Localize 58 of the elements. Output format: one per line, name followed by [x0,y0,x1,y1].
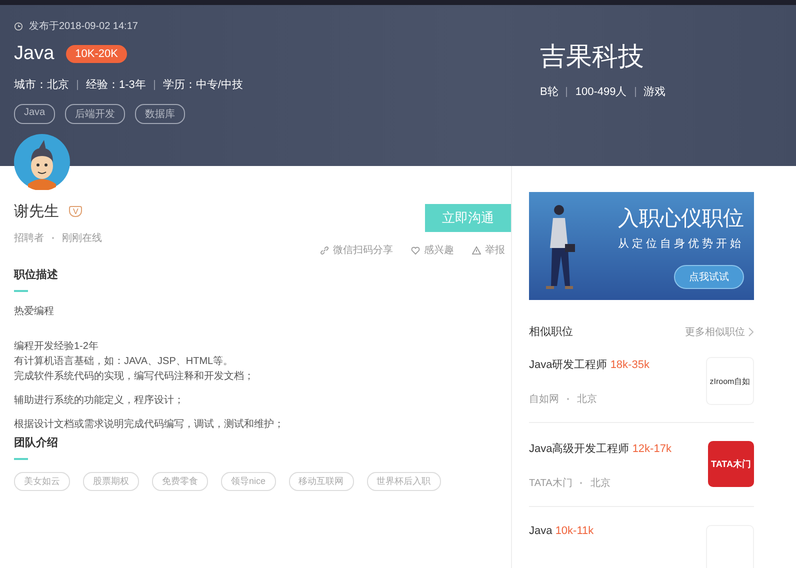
description-line: 根据设计文档或需求说明完成代码编写，调试，测试和维护； [14,418,285,432]
heart-icon [411,246,420,254]
job-city: 北京 [590,478,610,489]
job-company: TATA木门 [529,478,572,489]
job-requirement: 经验：1-3年 [86,78,146,92]
similar-job-item[interactable]: Java高级开发工程师 12k-17k TATA木门 北京 TATA木门 [529,423,754,507]
salary-badge: 10K-20K [66,45,127,63]
job-requirement: 学历：中专/中技 [162,78,243,92]
action-link[interactable]: 微信扫码分享 [320,243,393,257]
description-line: 辅助进行系统的功能定义，程序设计； [14,394,185,408]
similar-job-title: Java研发工程师 18k-35k [529,358,650,372]
publish-date: 发布于2018-09-02 14:17 [29,20,138,33]
job-company: 自如网 [529,394,559,405]
verified-badge: V [69,206,82,217]
description-line: 有计算机语言基础，如：JAVA、JSP、HTML等。 [14,354,234,369]
section-title: 团队介绍 [14,436,59,450]
similar-job-title: Java 10k-11k [529,525,594,537]
recruiter-role: 招聘者 [14,232,44,245]
chevron-icon [748,326,754,336]
similar-job-item[interactable]: Java 10k-11k [529,507,754,568]
description-line: 编程开发经验1-2年 [14,340,100,354]
online-status: 刚刚在线 [62,232,102,245]
description-line: 完成软件系统代码的实现，编写代码注释和开发文档； [14,370,255,384]
job-requirement: 城市：北京 [14,78,69,92]
promo-banner[interactable]: 入职心仪职位 从定位自身优势开始 点我试试 [529,192,754,300]
company-name: 吉果科技 [540,40,645,73]
banner-title: 入职心仪职位 [618,206,744,232]
similar-job-item[interactable]: Java研发工程师 18k-35k 自如网 北京 zIroom自如 [529,339,754,423]
link-icon [320,246,329,254]
company-fact: B轮 [540,85,558,99]
section-title: 职位描述 [14,268,59,282]
similar-job-title: Java高级开发工程师 12k-17k [529,442,672,456]
try-button[interactable]: 点我试试 [674,265,744,289]
team-tag: 免费零食 [152,472,208,491]
action-link[interactable]: 举报 [472,243,505,257]
clock-icon [14,22,23,30]
company-fact: 100-499人 [575,85,627,99]
description-line: 热爱编程 [14,304,55,319]
company-logo: TATA木门 [708,441,754,487]
team-tag: 美女如云 [14,472,70,491]
avatar-icon [14,134,70,190]
job-city: 北京 [577,394,597,405]
more-link[interactable]: 更多相似职位 [685,324,754,338]
banner-subtitle: 从定位自身优势开始 [618,236,744,251]
team-tag: 移动互联网 [288,472,354,491]
skill-tag[interactable]: 数据库 [135,104,186,124]
warning-icon [472,246,481,254]
company-fact: 游戏 [644,85,666,99]
team-tag: 世界杯后入职 [366,472,441,491]
team-tag: 股票期权 [83,472,139,491]
action-link[interactable]: 感兴趣 [411,243,454,257]
skill-tag[interactable]: 后端开发 [65,104,126,124]
job-title: Java [14,43,54,65]
section-title: 相似职位 [529,325,573,339]
company-logo: zIroom自如 [706,357,754,405]
skill-tag[interactable]: Java [14,104,56,124]
team-tag: 领导nice [221,472,276,491]
recruiter-name: 谢先生 [14,202,59,221]
